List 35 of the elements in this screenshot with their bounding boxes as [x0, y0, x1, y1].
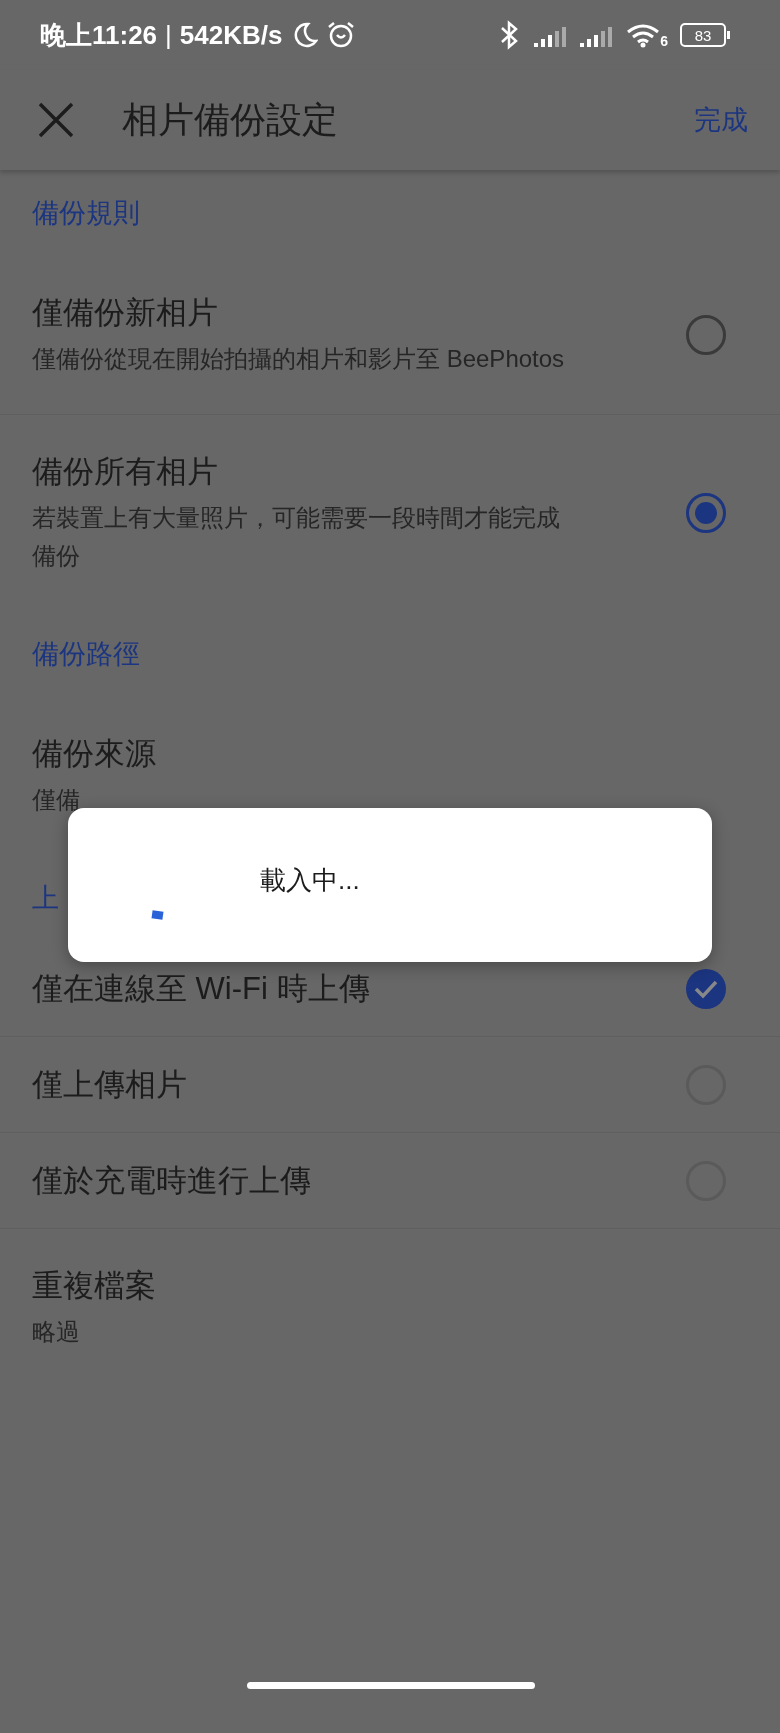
wifi-icon [626, 22, 661, 48]
item-title: 備份所有相片 [32, 453, 219, 491]
settings-row[interactable]: 重複檔案 略過 [0, 1229, 780, 1387]
spinner-icon [151, 910, 164, 920]
done-button[interactable]: 完成 [694, 99, 748, 141]
section-header: 備份路徑 [32, 637, 140, 671]
radio-button[interactable] [686, 315, 726, 355]
settings-row[interactable]: 備份所有相片 若裝置上有大量照片，可能需要一段時間才能完成備份 [0, 415, 780, 611]
settings-row[interactable]: 僅備份新相片 僅備份從現在開始拍攝的相片和影片至 BeePhotos [0, 256, 780, 415]
settings-row[interactable]: 僅上傳相片 [0, 1037, 780, 1133]
battery-indicator: 83 [680, 23, 726, 47]
checkbox[interactable] [686, 968, 726, 1009]
item-subtitle: 僅備 [32, 785, 81, 815]
item-title: 僅於充電時進行上傳 [32, 1161, 312, 1200]
close-icon [38, 102, 74, 138]
status-separator: | [165, 18, 172, 52]
section-header: 備份規則 [32, 196, 140, 230]
status-time: 晚上11:26 [40, 18, 158, 52]
section-header: 上 [32, 881, 59, 915]
settings-row[interactable]: 僅於充電時進行上傳 [0, 1133, 780, 1229]
item-subtitle: 略過 [32, 1317, 81, 1347]
item-title: 僅上傳相片 [32, 1065, 188, 1104]
check-icon [694, 978, 718, 999]
item-title: 僅在連線至 Wi-Fi 時上傳 [32, 969, 371, 1008]
loading-message: 載入中... [260, 863, 360, 897]
wifi-label: 6 [660, 34, 668, 48]
radio-button[interactable] [686, 493, 726, 533]
item-title: 備份來源 [32, 735, 157, 773]
close-button[interactable] [36, 100, 76, 140]
item-title: 重複檔案 [32, 1267, 157, 1305]
item-title: 僅備份新相片 [32, 294, 219, 332]
item-subtitle: 僅備份從現在開始拍攝的相片和影片至 BeePhotos [32, 344, 566, 374]
item-subtitle: 若裝置上有大量照片，可能需要一段時間才能完成備份 [32, 503, 561, 571]
network-speed: 542KB/s [179, 18, 283, 52]
screen-title: 相片備份設定 [122, 98, 339, 142]
